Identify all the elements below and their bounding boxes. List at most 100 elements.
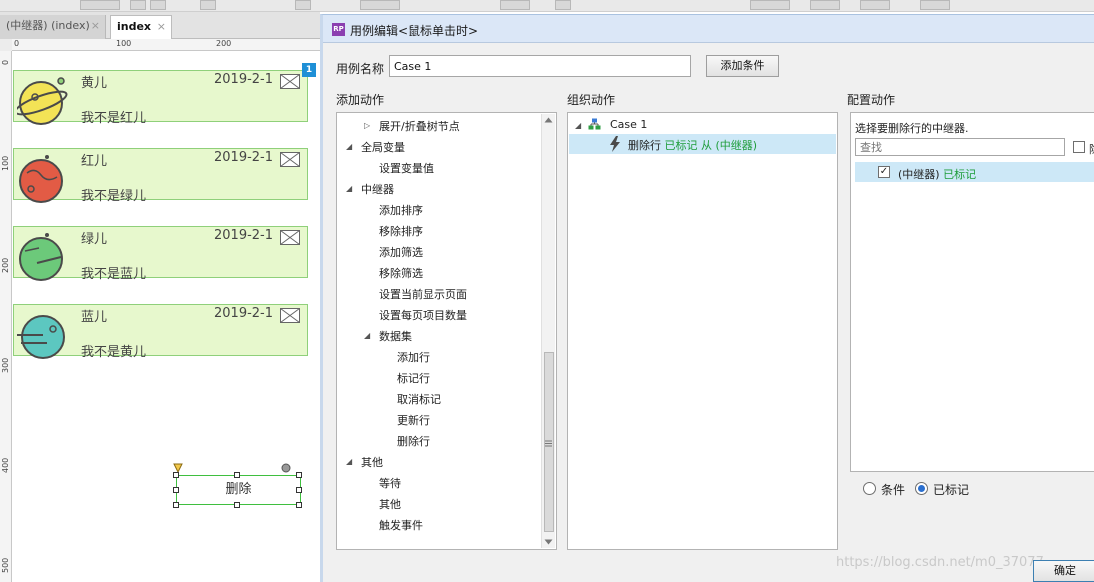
expand-arrow-icon[interactable]: ▷	[364, 121, 370, 130]
ruler-label: 0	[14, 39, 20, 48]
row-date: 2019-2-1	[214, 72, 274, 87]
design-canvas[interactable]: 黄儿 2019-2-1 我不是红儿 红儿 2019-2-1 我不是绿儿 绿儿 2…	[13, 52, 320, 582]
ruler-label: 100	[116, 39, 132, 48]
dialog-title-bar[interactable]: RP 用例编辑<鼠标单击时>	[323, 15, 1094, 43]
action-tree-item[interactable]: 设置变量值	[379, 160, 434, 176]
repeater-row[interactable]: 蓝儿 2019-2-1 我不是黄儿	[13, 304, 308, 360]
action-tree-item[interactable]: 添加行	[397, 349, 430, 365]
toolbar-button[interactable]	[200, 0, 216, 10]
action-tree-item[interactable]: 其他	[361, 454, 383, 470]
action-tree-item[interactable]: 中继器	[361, 181, 394, 197]
scroll-up-icon[interactable]	[544, 117, 553, 123]
add-condition-button[interactable]: 添加条件	[706, 55, 779, 77]
ruler-label: 0	[1, 59, 10, 65]
tab-index[interactable]: index ×	[110, 15, 172, 39]
collapse-arrow-icon[interactable]: ◢	[346, 142, 352, 151]
resize-handle[interactable]	[234, 472, 240, 478]
resize-handle[interactable]	[234, 502, 240, 508]
action-tree-item[interactable]: 设置当前显示页面	[379, 286, 467, 302]
condition-radio-label: 条件	[881, 483, 906, 497]
action-marked: 已标记	[664, 139, 698, 152]
row-name: 蓝儿	[81, 310, 108, 325]
action-tree-item[interactable]: 等待	[379, 475, 401, 491]
action-tree-item[interactable]: 添加筛选	[379, 244, 423, 260]
condition-radio[interactable]	[863, 482, 876, 495]
resize-handle[interactable]	[173, 487, 179, 493]
action-tree-item[interactable]: 移除筛选	[379, 265, 423, 281]
resize-handle[interactable]	[173, 502, 179, 508]
delete-button[interactable]: 删除	[176, 475, 301, 505]
organize-action-panel[interactable]: ◢ Case 1 删除行 已标记 从 (中继器)	[567, 112, 838, 550]
action-tree-item[interactable]: 添加排序	[379, 202, 423, 218]
mail-icon	[280, 152, 300, 167]
selected-action-row[interactable]: 删除行 已标记 从 (中继器)	[569, 134, 836, 154]
case-label[interactable]: Case 1	[610, 118, 647, 131]
resize-handle[interactable]	[296, 502, 302, 508]
ruler-label: 500	[1, 557, 10, 573]
interaction-badge[interactable]: 1	[302, 63, 316, 77]
action-tree-item[interactable]: 全局变量	[361, 139, 405, 155]
configure-instruction: 选择要删除行的中继器.	[855, 122, 969, 135]
repeater-search-input[interactable]	[855, 138, 1065, 156]
action-tree-item[interactable]: 展开/折叠树节点	[379, 118, 460, 134]
toolbar-button[interactable]	[360, 0, 400, 10]
toolbar-button[interactable]	[500, 0, 530, 10]
toolbar-field[interactable]	[920, 0, 950, 10]
collapse-arrow-icon[interactable]: ◢	[346, 457, 352, 466]
hide-unnamed-checkbox[interactable]	[1073, 141, 1085, 153]
toolbar-button[interactable]	[295, 0, 311, 10]
resize-handle[interactable]	[173, 472, 179, 478]
action-tree-item[interactable]: 触发事件	[379, 517, 423, 533]
close-icon[interactable]: ×	[91, 15, 100, 37]
collapse-arrow-icon[interactable]: ◢	[575, 121, 581, 130]
toolbar-button[interactable]	[150, 0, 166, 10]
planet-icon	[17, 315, 65, 359]
action-tree-panel[interactable]: ▷ 展开/折叠树节点 ◢ 全局变量设置变量值 ◢ 中继器添加排序移除排序添加筛选移除筛选设…	[336, 112, 557, 550]
mail-icon	[280, 308, 300, 323]
repeater-row[interactable]: 黄儿 2019-2-1 我不是红儿	[13, 70, 308, 126]
action-tree-item[interactable]: 数据集	[379, 328, 412, 344]
action-tree-item[interactable]: 移除排序	[379, 223, 423, 239]
action-tree-item[interactable]: 标记行	[397, 370, 430, 386]
action-tree-item[interactable]: 其他	[379, 496, 401, 512]
marked-radio[interactable]	[915, 482, 928, 495]
action-target: (中继器)	[715, 139, 758, 152]
resize-handle[interactable]	[296, 472, 302, 478]
toolbar-button[interactable]	[555, 0, 571, 10]
toolbar-field[interactable]	[80, 0, 120, 10]
repeater-list-item[interactable]: ✓ (中继器) 已标记	[855, 162, 1094, 182]
add-action-header: 添加动作	[336, 93, 385, 107]
ok-button[interactable]: 确定	[1033, 560, 1094, 582]
action-tree-item[interactable]: 取消标记	[397, 391, 441, 407]
toolbar-field[interactable]	[860, 0, 890, 10]
close-icon[interactable]: ×	[157, 16, 166, 38]
configure-action-header: 配置动作	[847, 93, 896, 107]
case-name-input[interactable]	[389, 55, 691, 77]
action-tree-item[interactable]: 设置每页项目数量	[379, 307, 467, 323]
scroll-down-icon[interactable]	[544, 539, 553, 545]
toolbar-button[interactable]	[130, 0, 146, 10]
row-date: 2019-2-1	[214, 306, 274, 321]
tab-repeater-index[interactable]: (中继器) (index) ×	[0, 15, 106, 39]
mail-icon	[280, 74, 300, 89]
repeater-checkbox[interactable]: ✓	[878, 166, 890, 178]
rotate-handle-icon[interactable]	[281, 463, 291, 473]
collapse-arrow-icon[interactable]: ◢	[346, 184, 352, 193]
action-tree-item[interactable]: 删除行	[397, 433, 430, 449]
toolbar-field[interactable]	[810, 0, 840, 10]
ruler-label: 300	[1, 357, 10, 373]
ruler-label: 100	[1, 155, 10, 171]
planet-icon	[19, 155, 63, 203]
action-tree-scrollbar[interactable]	[541, 114, 555, 548]
lightning-icon	[610, 136, 620, 152]
resize-handle[interactable]	[296, 487, 302, 493]
dialog-title: 用例编辑<鼠标单击时>	[350, 24, 479, 38]
action-tree-item[interactable]: 更新行	[397, 412, 430, 428]
row-name: 绿儿	[81, 232, 108, 247]
row-name: 黄儿	[81, 76, 108, 91]
collapse-arrow-icon[interactable]: ◢	[364, 331, 370, 340]
repeater-row[interactable]: 红儿 2019-2-1 我不是绿儿	[13, 148, 308, 204]
toolbar-field[interactable]	[750, 0, 790, 10]
vertical-ruler: 0 100 200 300 400 500	[0, 51, 12, 582]
repeater-row[interactable]: 绿儿 2019-2-1 我不是蓝儿	[13, 226, 308, 282]
